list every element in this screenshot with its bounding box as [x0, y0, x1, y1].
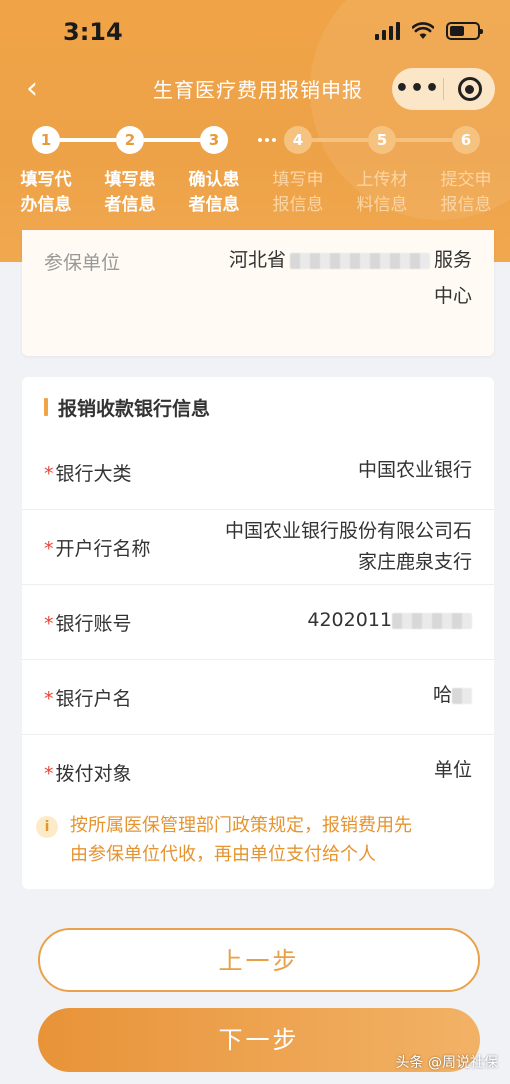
status-bar: 3:14 [0, 0, 510, 64]
wifi-icon [412, 22, 434, 39]
bank-account-field[interactable]: * 银行账号 4202011 [22, 585, 494, 660]
account-name-field[interactable]: * 银行户名 哈 [22, 660, 494, 735]
policy-notice: i 按所属医保管理部门政策规定，报销费用先 由参保单位代收，再由单位支付给个人 [36, 811, 486, 869]
info-icon: i [36, 816, 58, 838]
payee-field[interactable]: * 拨付对象 单位 [22, 735, 494, 801]
battery-icon [446, 22, 483, 40]
status-icons [375, 22, 483, 40]
insured-unit-value: 河北省 服务 中心 [228, 249, 472, 307]
more-dots-icon[interactable]: ••• [392, 78, 443, 100]
bank-category-value: 中国农业银行 [357, 459, 472, 481]
account-name-value: 哈 [433, 680, 472, 711]
step-3: 3 确认患 者信息 [172, 126, 256, 218]
bank-branch-value: 中国农业银行股份有限公司石 家庄鹿泉支行 [224, 520, 472, 573]
insured-unit-card: 参保单位 河北省 服务 中心 [22, 230, 494, 356]
insured-unit-label: 参保单位 [44, 252, 121, 274]
nav-bar: ‹ 生育医疗费用报销申报 ••• [0, 64, 510, 114]
step-4: 4 填写申 报信息 [256, 126, 340, 218]
signal-icon [375, 22, 400, 40]
mini-program-capsule: ••• [392, 68, 495, 110]
bank-info-card: 报销收款银行信息 * 银行大类 中国农业银行 * 开户行名称 中国农业银行股份有限公… [22, 377, 494, 889]
bank-account-value: 4202011 [307, 605, 472, 636]
bank-category-field[interactable]: * 银行大类 中国农业银行 [22, 435, 494, 510]
step-progress: 1 填写代 办信息 2 填写患 者信息 3 确认患 者信息 4 填写申 报信息 5 上传… [0, 126, 510, 226]
prev-step-button[interactable]: 上一步 [38, 928, 480, 992]
step-1: 1 填写代 办信息 [4, 126, 88, 218]
status-time: 3:14 [63, 18, 123, 46]
step-2: 2 填写患 者信息 [88, 126, 172, 218]
step-5: 5 上传材 料信息 [340, 126, 424, 218]
step-6: 6 提交申 报信息 [424, 126, 508, 218]
payee-value: 单位 [433, 759, 472, 781]
close-circle-icon[interactable] [444, 77, 495, 101]
watermark: 头条 @周说社保 [395, 1055, 498, 1071]
section-title: 报销收款银行信息 [44, 394, 210, 421]
bank-branch-field[interactable]: * 开户行名称 中国农业银行股份有限公司石 家庄鹿泉支行 [22, 510, 494, 585]
